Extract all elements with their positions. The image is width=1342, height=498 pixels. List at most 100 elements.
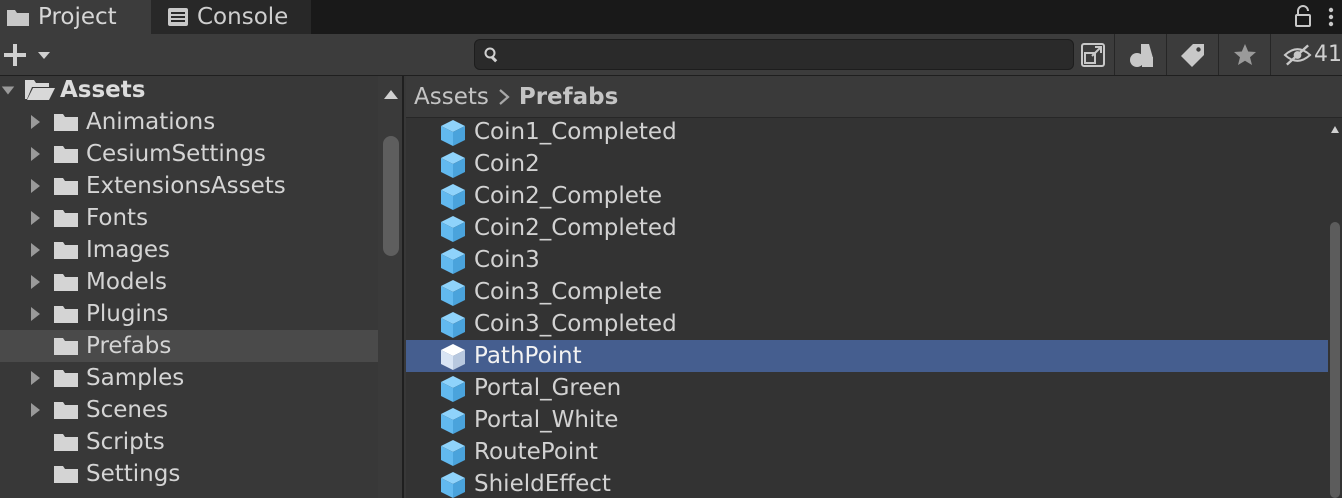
tree-item-samples[interactable]: Samples [0, 362, 378, 394]
tree-item-settings[interactable]: Settings [0, 458, 378, 490]
file-item[interactable]: Coin2 [406, 148, 1328, 180]
lock-icon[interactable] [1292, 5, 1314, 29]
tab-console-label: Console [197, 4, 289, 30]
tab-console[interactable]: Console [151, 0, 311, 34]
tree-item-fonts[interactable]: Fonts [0, 202, 378, 234]
folder-icon [53, 207, 79, 235]
tree-item-assets[interactable]: Assets [0, 76, 378, 106]
search-field[interactable] [474, 39, 1074, 70]
folder-icon [53, 303, 79, 331]
tree-item-scripts[interactable]: Scripts [0, 426, 378, 458]
eye-slash-icon [1283, 43, 1312, 66]
tree-item-plugins[interactable]: Plugins [0, 298, 378, 330]
file-item[interactable]: Coin2_Complete [406, 180, 1328, 212]
tree-item-extensionsassets[interactable]: ExtensionsAssets [0, 170, 378, 202]
tree-item-models[interactable]: Models [0, 266, 378, 298]
tree-item-label: Assets [60, 77, 146, 103]
breadcrumb-assets[interactable]: Assets [414, 84, 489, 110]
file-item-label: Coin1_Completed [474, 119, 677, 145]
expand-arrow-icon[interactable] [27, 272, 43, 292]
tree-item-images[interactable]: Images [0, 234, 378, 266]
folder-tree: Assets Animations CesiumSettings Extensions… [0, 76, 404, 498]
file-item-label: PathPoint [474, 343, 582, 369]
tag-icon [1180, 43, 1204, 67]
folder-icon [53, 143, 79, 171]
tree-item-label: Animations [86, 109, 216, 135]
file-item-label: Coin2_Complete [474, 183, 663, 209]
console-icon [168, 8, 188, 26]
search-icon [484, 47, 498, 63]
favorites-button[interactable] [1218, 34, 1270, 75]
tree-item-label: Settings [86, 461, 181, 487]
expand-arrow-icon[interactable] [27, 144, 43, 164]
file-list-scroll-thumb[interactable] [1330, 222, 1340, 498]
folder-icon [53, 399, 79, 427]
filter-by-type-button[interactable] [1114, 34, 1166, 75]
tree-item-label: Samples [86, 365, 185, 391]
shapes-icon [1129, 43, 1153, 67]
file-list-scrollbar[interactable] [1328, 118, 1342, 498]
file-item[interactable]: RoutePoint [406, 436, 1328, 468]
plus-icon [4, 44, 26, 66]
expand-arrow-icon[interactable] [27, 368, 43, 388]
tab-project-label: Project [38, 4, 117, 30]
folder-icon [53, 239, 79, 267]
file-item[interactable]: Coin3_Complete [406, 276, 1328, 308]
folder-icon [53, 111, 79, 139]
expand-arrow-icon[interactable] [27, 112, 43, 132]
file-item[interactable]: Portal_Green [406, 372, 1328, 404]
expand-arrow-icon[interactable] [27, 208, 43, 228]
expand-arrow-icon[interactable] [27, 400, 43, 420]
file-item[interactable]: Coin2_Completed [406, 212, 1328, 244]
tab-actions [1292, 0, 1342, 34]
tree-scrollbar[interactable] [378, 76, 404, 498]
project-toolbar: 41 [0, 34, 1342, 76]
file-item-label: Coin2_Completed [474, 215, 677, 241]
breadcrumb-prefabs[interactable]: Prefabs [519, 84, 618, 110]
file-item-label: Portal_Green [474, 375, 622, 401]
tree-item-cesiumsettings[interactable]: CesiumSettings [0, 138, 378, 170]
tree-item-label: Images [86, 237, 171, 263]
file-item-label: ShieldEffect [474, 471, 611, 497]
file-item-label: RoutePoint [474, 439, 598, 465]
dropdown-arrow-icon [38, 52, 50, 59]
expand-arrow-icon[interactable] [27, 240, 43, 260]
tree-item-animations[interactable]: Animations [0, 106, 378, 138]
tree-item-label: Fonts [86, 205, 149, 231]
file-item[interactable]: PathPoint [406, 340, 1328, 372]
hidden-count: 41 [1314, 42, 1342, 67]
folder-open-icon [24, 77, 56, 107]
tree-item-label: Plugins [86, 301, 169, 327]
tree-item-scenes[interactable]: Scenes [0, 394, 378, 426]
file-list-panel: Assets Prefabs Coin1_Completed Coin2 Coin2… [406, 76, 1342, 498]
tree-item-label: Scenes [86, 397, 169, 423]
folder-icon [53, 367, 79, 395]
file-item[interactable]: Portal_White [406, 404, 1328, 436]
tab-project[interactable]: Project [0, 0, 151, 34]
tree-item-label: Models [86, 269, 168, 295]
scroll-up-arrow-icon[interactable] [1328, 122, 1342, 136]
file-item[interactable]: Coin3 [406, 244, 1328, 276]
scroll-up-arrow-icon[interactable] [378, 84, 404, 104]
filter-by-label-button[interactable] [1166, 34, 1218, 75]
open-search-window-icon [1081, 42, 1105, 67]
create-button[interactable] [2, 38, 54, 72]
prefab-cube-icon [438, 470, 468, 498]
tree-scroll-thumb[interactable] [383, 136, 399, 256]
file-item-label: Coin3 [474, 247, 540, 273]
hidden-packages-toggle[interactable]: 41 [1270, 34, 1342, 75]
expand-arrow-icon[interactable] [0, 80, 16, 100]
file-item[interactable]: Coin3_Completed [406, 308, 1328, 340]
tree-item-label: Scripts [86, 429, 165, 455]
expand-arrow-icon[interactable] [27, 176, 43, 196]
search-scope-button[interactable] [1076, 34, 1110, 75]
kebab-menu-icon[interactable] [1326, 5, 1336, 29]
file-item[interactable]: ShieldEffect [406, 468, 1328, 498]
folder-icon [53, 335, 79, 363]
file-item-label: Coin3_Complete [474, 279, 663, 305]
tree-item-label: CesiumSettings [86, 141, 266, 167]
file-item[interactable]: Coin1_Completed [406, 116, 1328, 148]
folder-icon [7, 10, 29, 26]
expand-arrow-icon[interactable] [27, 304, 43, 324]
tree-item-prefabs[interactable]: Prefabs [0, 330, 378, 362]
